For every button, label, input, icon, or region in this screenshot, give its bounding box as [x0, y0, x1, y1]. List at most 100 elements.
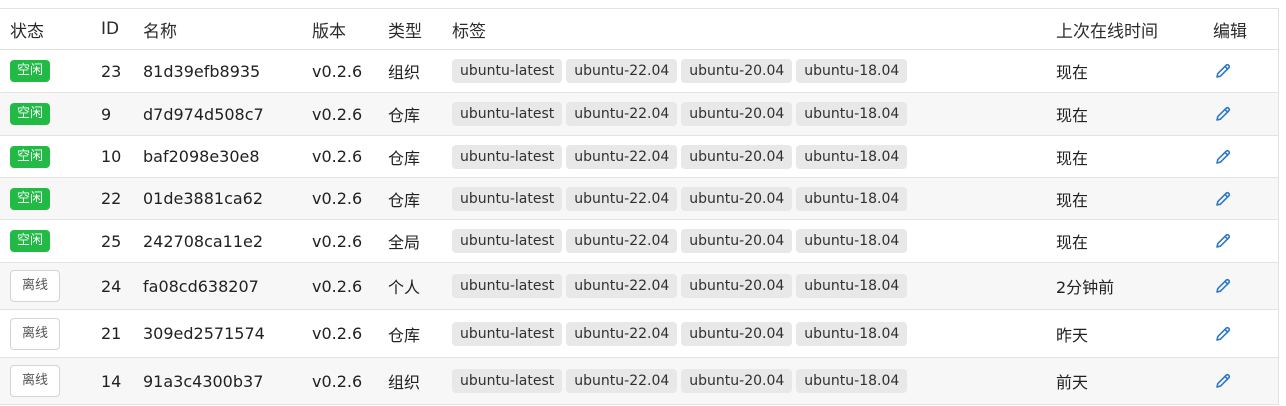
table-row: 离线 24 fa08cd638207 v0.2.6 个人 ubuntu-latest ubu…	[0, 263, 1278, 310]
runner-type: 仓库	[388, 148, 421, 168]
runner-name: baf2098e30e8	[143, 147, 260, 166]
table-row: 空闲 23 81d39efb8935 v0.2.6 组织 ubuntu-latest ubu…	[0, 50, 1278, 93]
header-type[interactable]: 类型	[388, 9, 422, 49]
label-tag: ubuntu-22.04	[566, 59, 678, 83]
status-badge: 空闲	[10, 230, 51, 252]
edit-cell	[1213, 310, 1233, 357]
label-tag: ubuntu-22.04	[566, 321, 678, 346]
tags-cell: ubuntu-latest ubuntu-22.04 ubuntu-20.04 ubu…	[452, 310, 911, 357]
edit-button[interactable]	[1213, 231, 1233, 251]
runner-id: 23	[101, 61, 122, 81]
table-body: 空闲 23 81d39efb8935 v0.2.6 组织 ubuntu-latest ubu…	[0, 50, 1278, 405]
status-cell: 空闲	[10, 178, 51, 219]
runner-name: d7d974d508c7	[143, 104, 264, 124]
status-cell: 空闲	[10, 220, 51, 262]
edit-button[interactable]	[1213, 104, 1233, 124]
tags-cell: ubuntu-latest ubuntu-22.04 ubuntu-20.04 ubu…	[452, 136, 911, 177]
label-tag: ubuntu-22.04	[566, 369, 678, 393]
status-cell: 离线	[10, 358, 61, 404]
label-tag: ubuntu-20.04	[681, 186, 793, 211]
header-last-online[interactable]: 上次在线时间	[1056, 9, 1158, 49]
last-online: 现在	[1056, 106, 1089, 125]
label-tag: ubuntu-18.04	[796, 321, 908, 346]
pencil-icon	[1216, 233, 1231, 248]
status-cell: 离线	[10, 263, 61, 309]
runner-id: 9	[101, 104, 112, 124]
label-tag: ubuntu-latest	[452, 229, 563, 253]
header-version[interactable]: 版本	[312, 9, 346, 49]
edit-button[interactable]	[1213, 371, 1233, 391]
label-tag: ubuntu-22.04	[566, 229, 678, 253]
last-online: 现在	[1056, 233, 1089, 252]
pencil-icon	[1216, 278, 1231, 293]
last-online: 昨天	[1056, 325, 1089, 345]
edit-cell	[1213, 263, 1233, 309]
tags-cell: ubuntu-latest ubuntu-22.04 ubuntu-20.04 ubu…	[452, 50, 911, 92]
pencil-icon	[1216, 191, 1231, 206]
status-badge: 离线	[10, 270, 61, 302]
runner-version: v0.2.6	[312, 189, 363, 208]
header-id[interactable]: ID	[101, 9, 119, 49]
table-row: 空闲 22 01de3881ca62 v0.2.6 仓库 ubuntu-latest ubu…	[0, 178, 1278, 220]
label-tag: ubuntu-20.04	[681, 59, 793, 83]
pencil-icon	[1216, 106, 1231, 121]
table-header-row: 状态 ID 名称 版本 类型 标签 上次在线时间 编辑	[0, 9, 1278, 50]
edit-button[interactable]	[1213, 147, 1233, 167]
runner-type: 仓库	[388, 106, 421, 125]
edit-button[interactable]	[1213, 189, 1233, 209]
runner-name: 81d39efb8935	[143, 61, 261, 81]
label-tag: ubuntu-latest	[452, 274, 563, 298]
label-tag: ubuntu-latest	[452, 59, 563, 83]
status-badge: 离线	[10, 365, 61, 397]
status-cell: 空闲	[10, 136, 51, 177]
runner-id: 21	[101, 324, 122, 343]
runner-version: v0.2.6	[312, 104, 363, 124]
label-tag: ubuntu-18.04	[796, 102, 908, 126]
label-tag: ubuntu-20.04	[681, 144, 793, 169]
tags-cell: ubuntu-latest ubuntu-22.04 ubuntu-20.04 ubu…	[452, 358, 911, 404]
runner-id: 22	[101, 189, 122, 208]
label-tag: ubuntu-22.04	[566, 186, 678, 211]
tags-cell: ubuntu-latest ubuntu-22.04 ubuntu-20.04 ubu…	[452, 263, 911, 309]
status-cell: 空闲	[10, 50, 51, 92]
label-tag: ubuntu-latest	[452, 321, 563, 346]
label-tag: ubuntu-18.04	[796, 59, 908, 83]
header-edit: 编辑	[1213, 21, 1247, 42]
pencil-icon	[1216, 326, 1231, 341]
status-badge: 空闲	[10, 187, 51, 210]
runner-version: v0.2.6	[312, 324, 363, 343]
runner-name: 242708ca11e2	[143, 231, 264, 251]
edit-cell	[1213, 178, 1233, 219]
label-tag: ubuntu-18.04	[796, 229, 908, 253]
status-badge: 空闲	[10, 60, 51, 82]
edit-button[interactable]	[1213, 276, 1233, 296]
header-name[interactable]: 名称	[143, 9, 177, 49]
last-online: 现在	[1056, 190, 1089, 210]
label-tag: ubuntu-20.04	[681, 274, 793, 298]
runner-version: v0.2.6	[312, 231, 363, 251]
tags-cell: ubuntu-latest ubuntu-22.04 ubuntu-20.04 ubu…	[452, 93, 911, 135]
runner-id: 14	[101, 371, 122, 391]
runner-type: 仓库	[388, 325, 421, 345]
edit-cell	[1213, 50, 1233, 92]
tags-cell: ubuntu-latest ubuntu-22.04 ubuntu-20.04 ubu…	[452, 220, 911, 262]
runner-name: fa08cd638207	[143, 276, 259, 296]
table-row: 离线 14 91a3c4300b37 v0.2.6 组织 ubuntu-latest ubu…	[0, 358, 1278, 405]
runner-id: 10	[101, 147, 122, 166]
label-tag: ubuntu-22.04	[566, 144, 678, 169]
label-tag: ubuntu-20.04	[681, 321, 793, 346]
edit-button[interactable]	[1213, 324, 1233, 344]
runner-type: 组织	[388, 63, 421, 82]
edit-button[interactable]	[1213, 61, 1233, 81]
pencil-icon	[1216, 63, 1231, 78]
last-online: 现在	[1056, 148, 1089, 168]
label-tag: ubuntu-18.04	[796, 274, 908, 298]
runner-version: v0.2.6	[312, 276, 363, 296]
header-status[interactable]: 状态	[10, 9, 44, 49]
runner-id: 24	[101, 276, 122, 296]
runner-id: 25	[101, 231, 122, 251]
status-badge: 空闲	[10, 145, 51, 168]
table-row: 空闲 10 baf2098e30e8 v0.2.6 仓库 ubuntu-latest ubu…	[0, 136, 1278, 178]
label-tag: ubuntu-22.04	[566, 102, 678, 126]
label-tag: ubuntu-latest	[452, 144, 563, 169]
